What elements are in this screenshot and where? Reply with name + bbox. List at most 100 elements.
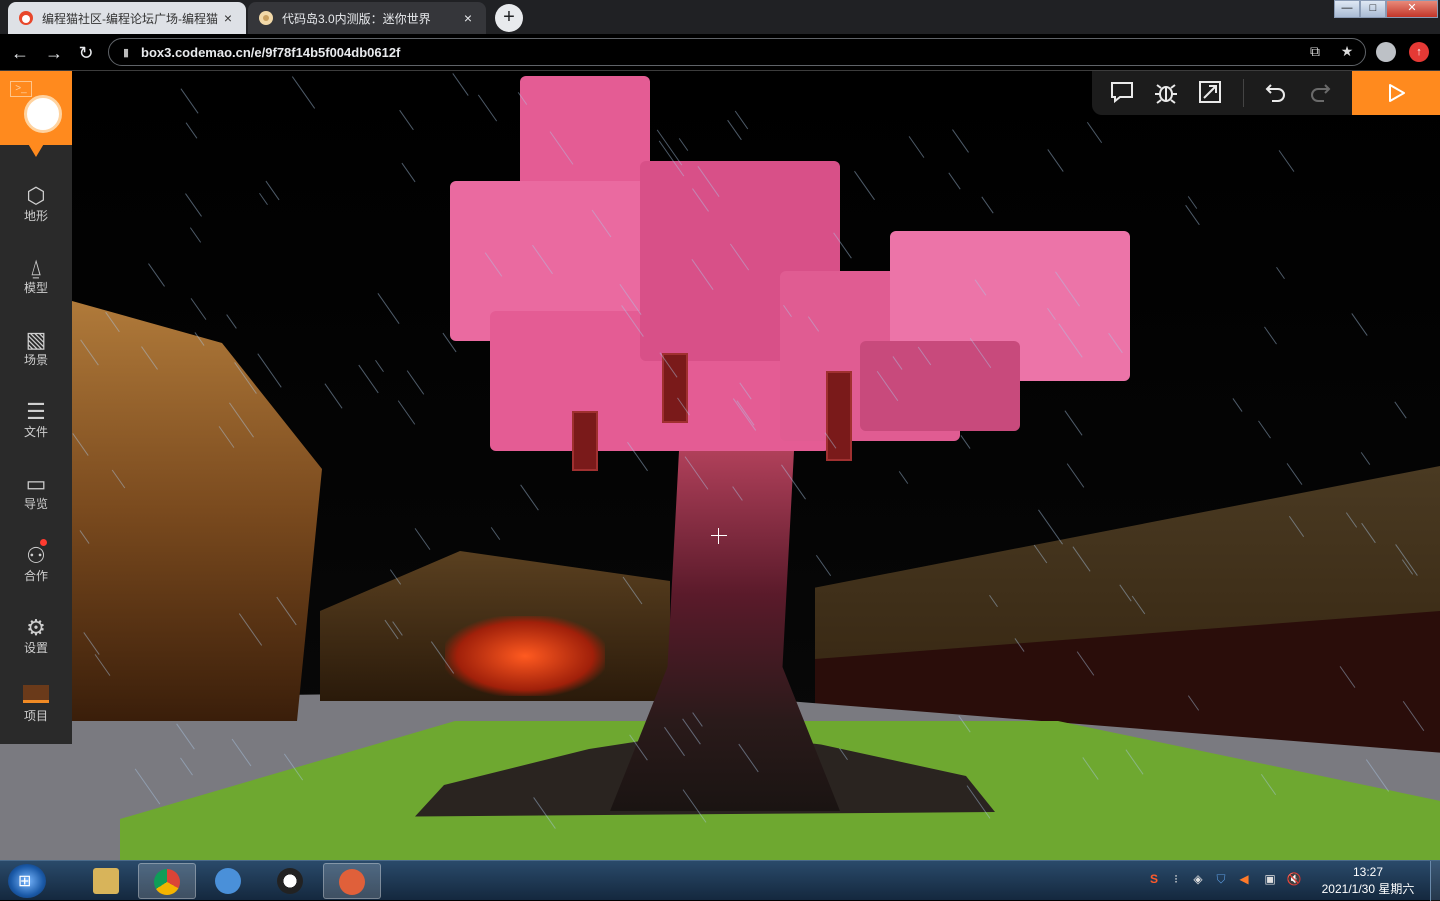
rain-streak xyxy=(414,528,431,550)
run-button[interactable] xyxy=(1352,71,1440,115)
gear-icon: ⚙ xyxy=(26,615,46,640)
notification-badge xyxy=(40,539,47,546)
sogou-ime-icon[interactable]: S xyxy=(1146,871,1162,887)
sidebar-item-files[interactable]: ☰ 文件 xyxy=(0,395,72,459)
hanging-lantern xyxy=(826,371,852,461)
browser-update-icon[interactable]: ↑ xyxy=(1409,42,1429,62)
rain-streak xyxy=(406,370,425,395)
chrome-icon xyxy=(154,869,180,895)
sidebar-item-label: 文件 xyxy=(23,425,48,439)
pagoda-building xyxy=(72,301,322,721)
rain-streak xyxy=(397,400,416,425)
box3-logo[interactable]: >_ xyxy=(0,71,72,157)
sidebar-item-project[interactable]: 项目 xyxy=(0,675,72,744)
taskbar-app-codemao[interactable] xyxy=(323,863,381,899)
tray-app-icon[interactable]: ◈ xyxy=(1190,871,1206,887)
sidebar-item-label: 模型 xyxy=(23,281,48,295)
tab-codemao-community[interactable]: 编程猫社区-编程论坛广场-编程猫 × xyxy=(8,2,246,34)
rain-streak xyxy=(477,94,498,122)
volume-muted-icon[interactable]: 🔇 xyxy=(1286,871,1302,887)
sidebar-item-label: 设置 xyxy=(23,641,48,655)
hanging-lantern xyxy=(572,411,598,471)
tab-title: 编程猫社区-编程论坛广场-编程猫 xyxy=(42,11,218,26)
bookmark-star-icon[interactable]: ★ xyxy=(1337,43,1357,63)
rain-streak xyxy=(180,88,199,114)
rain-streak xyxy=(377,293,400,324)
network-icon[interactable]: ▣ xyxy=(1262,871,1278,887)
rain-streak xyxy=(1258,420,1271,439)
rain-streak xyxy=(1066,463,1085,488)
tab-box3-editor[interactable]: 代码岛3.0内测版：迷你世界 × xyxy=(248,2,486,34)
profile-avatar-icon[interactable] xyxy=(1376,42,1396,62)
speaker-tray-icon[interactable]: ◀ xyxy=(1236,871,1252,887)
translate-icon[interactable]: ⧉ xyxy=(1305,43,1325,63)
sidebar-item-scene[interactable]: ▧ 场景 xyxy=(0,323,72,387)
sidebar-item-model[interactable]: ⍙ 模型 xyxy=(0,251,72,315)
sidebar-item-terrain[interactable]: ⬡ 地形 xyxy=(0,179,72,243)
rain-streak xyxy=(898,471,909,484)
rain-streak xyxy=(1360,452,1371,465)
sidebar-item-label: 合作 xyxy=(23,569,48,583)
address-bar[interactable]: ▮ box3.codemao.cn/e/9f78f14b5f004db0612f… xyxy=(108,38,1366,66)
rain-streak xyxy=(1264,326,1277,345)
bug-icon[interactable] xyxy=(1152,79,1180,107)
new-tab-button[interactable]: + xyxy=(495,4,523,32)
rain-streak xyxy=(1276,266,1285,280)
undo-icon[interactable] xyxy=(1262,79,1290,107)
rain-streak xyxy=(908,136,925,158)
rain-streak xyxy=(358,364,379,394)
rain-streak xyxy=(257,353,282,388)
ime-options-icon[interactable]: ⁝ xyxy=(1168,871,1184,887)
close-tab-icon[interactable]: × xyxy=(460,10,476,26)
windows-logo-icon: ⊞ xyxy=(18,873,32,890)
rain-streak xyxy=(324,383,343,409)
sidebar-item-collaborate[interactable]: ⚇ 合作 xyxy=(0,539,72,603)
forward-icon[interactable]: → xyxy=(42,41,66,65)
taskbar-app-qq[interactable] xyxy=(261,863,319,899)
show-desktop-button[interactable] xyxy=(1430,861,1440,901)
sidebar-item-settings[interactable]: ⚙ 设置 xyxy=(0,611,72,675)
minimize-button[interactable]: — xyxy=(1334,0,1360,18)
rain-streak xyxy=(226,314,237,329)
url-text[interactable]: box3.codemao.cn/e/9f78f14b5f004db0612f xyxy=(141,45,400,60)
rain-streak xyxy=(1278,150,1295,172)
rain-streak xyxy=(291,76,316,109)
taskbar-app-explorer[interactable] xyxy=(77,863,135,899)
rain-streak xyxy=(815,554,832,577)
scene-viewport[interactable] xyxy=(0,71,1440,860)
close-window-button[interactable]: ✕ xyxy=(1386,0,1438,18)
back-icon[interactable]: ← xyxy=(8,41,32,65)
reload-icon[interactable]: ↻ xyxy=(74,41,98,65)
security-shield-icon[interactable]: ⛉ xyxy=(1213,871,1229,887)
code-icon[interactable]: >_ xyxy=(10,81,32,97)
browser-toolbar: ← → ↻ ▮ box3.codemao.cn/e/9f78f14b5f004d… xyxy=(0,34,1440,71)
rain-streak xyxy=(981,196,994,214)
editor-sidebar: >_ ⬡ 地形 ⍙ 模型 ▧ 场景 ☰ 文件 ▭ 导览 ⚇ 合作 ⚙ 设置 项目 xyxy=(0,71,72,744)
rain-streak xyxy=(490,527,501,540)
resize-icon[interactable] xyxy=(1196,79,1224,107)
file-list-icon: ☰ xyxy=(26,399,46,424)
taskbar-app-paint[interactable] xyxy=(199,863,257,899)
qq-icon xyxy=(277,868,303,894)
close-tab-icon[interactable]: × xyxy=(220,10,236,26)
sidebar-item-label: 导览 xyxy=(23,497,48,511)
maximize-button[interactable]: □ xyxy=(1360,0,1386,18)
box3-favicon xyxy=(259,11,273,25)
rain-streak xyxy=(1286,463,1303,485)
play-icon xyxy=(1389,84,1405,102)
redo-icon[interactable] xyxy=(1306,79,1334,107)
rain-streak xyxy=(1232,398,1243,412)
rain-streak xyxy=(1047,149,1064,172)
site-info-icon[interactable]: ▮ xyxy=(123,46,129,59)
rain-streak xyxy=(185,193,202,217)
taskbar-app-chrome[interactable] xyxy=(138,863,196,899)
comment-icon[interactable] xyxy=(1108,79,1136,107)
image-icon: ▧ xyxy=(25,327,47,352)
cube-icon: ⬡ xyxy=(26,183,46,208)
rain-streak xyxy=(259,192,268,206)
sidebar-item-guide[interactable]: ▭ 导览 xyxy=(0,467,72,531)
system-clock[interactable]: 13:27 2021/1/30 星期六 xyxy=(1310,864,1426,898)
rain-streak xyxy=(1351,313,1368,336)
start-button[interactable]: ⊞ xyxy=(8,864,46,898)
clock-date: 2021/1/30 星期六 xyxy=(1321,882,1415,896)
